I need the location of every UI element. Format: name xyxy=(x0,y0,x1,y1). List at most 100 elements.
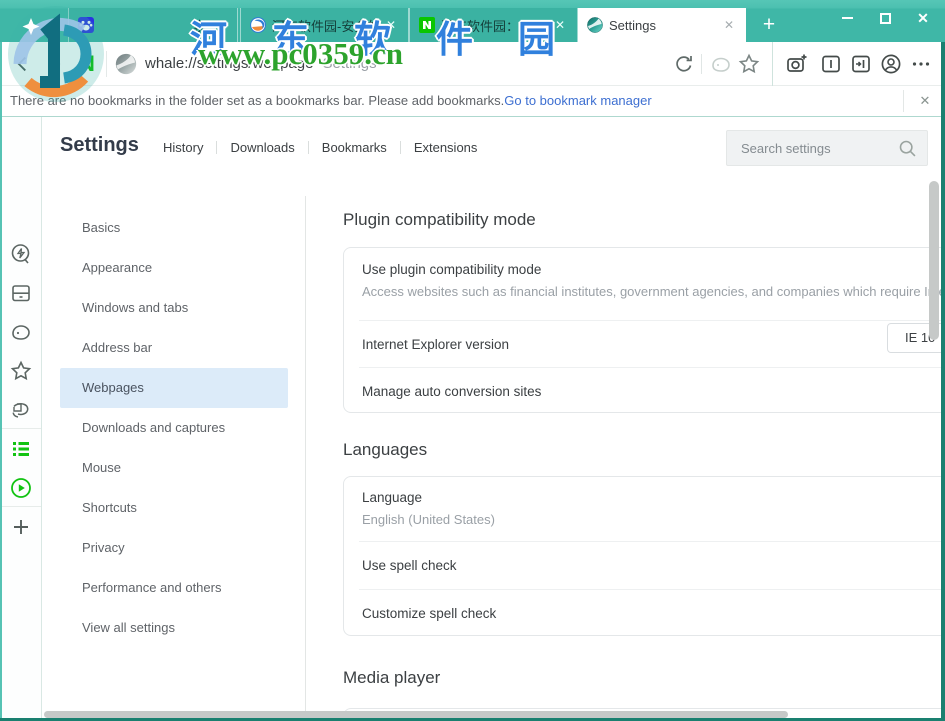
minimize-button[interactable] xyxy=(833,6,861,30)
whale-faded-icon[interactable] xyxy=(709,52,733,76)
whale-favicon-icon xyxy=(587,17,603,33)
maximize-icon xyxy=(879,12,891,24)
divider xyxy=(359,320,945,321)
tab-close-icon[interactable]: ✕ xyxy=(721,18,737,32)
maximize-button[interactable] xyxy=(871,6,899,30)
tab-hedong[interactable]: 河东软件园-安全的绿 ✕ xyxy=(240,8,409,42)
menu-item-windows-tabs[interactable]: Windows and tabs xyxy=(60,288,288,328)
nav-downloads[interactable]: Downloads xyxy=(217,140,307,155)
bookmark-manager-link[interactable]: Go to bookmark manager xyxy=(504,93,651,108)
search-icon[interactable] xyxy=(897,138,918,159)
new-tab-button[interactable]: + xyxy=(756,12,782,38)
row-use-spell-check[interactable]: Use spell check xyxy=(362,558,457,573)
section-heading-plugin: Plugin compatibility mode xyxy=(343,210,536,229)
divider xyxy=(106,51,107,77)
hedong-globe-favicon-icon xyxy=(250,17,266,33)
add-sidebar-app-icon[interactable] xyxy=(9,515,33,539)
section-heading-media: Media player xyxy=(343,668,441,687)
menu-item-privacy[interactable]: Privacy xyxy=(60,528,288,568)
back-icon[interactable] xyxy=(12,53,34,75)
row-use-plugin-mode[interactable]: Use plugin compatibility mode Access web… xyxy=(362,262,945,299)
settings-search xyxy=(726,130,928,166)
whale-bell-icon[interactable] xyxy=(9,320,33,344)
languages-card: Language English (United States) Use spe… xyxy=(343,476,945,636)
whale-sidebar xyxy=(0,117,42,718)
section-heading-languages: Languages xyxy=(343,440,428,459)
divider xyxy=(359,589,945,590)
tab-close-icon[interactable]: ✕ xyxy=(212,18,228,32)
naver-button[interactable]: N xyxy=(79,51,95,77)
menu-item-downloads-captures[interactable]: Downloads and captures xyxy=(60,408,288,448)
row-manage-auto-conversion[interactable]: Manage auto conversion sites xyxy=(362,384,541,399)
menu-item-address-bar[interactable]: Address bar xyxy=(60,328,288,368)
row-language[interactable]: Language English (United States) xyxy=(362,490,495,527)
url-page-hint: Settings xyxy=(322,55,377,72)
tab-naver[interactable]: 河东软件园：네이버｜ ✕ xyxy=(409,8,578,42)
tab-settings[interactable]: Settings ✕ xyxy=(578,8,746,42)
capture-icon[interactable] xyxy=(785,52,809,76)
window-border-left xyxy=(0,42,2,721)
naver-tv-play-icon[interactable] xyxy=(9,476,33,500)
menu-item-view-all[interactable]: View all settings xyxy=(60,608,288,648)
notification-message: There are no bookmarks in the folder set… xyxy=(10,93,505,108)
horizontal-scrollbar[interactable] xyxy=(44,711,788,718)
tab-baidu[interactable]: 索 ✕ xyxy=(68,8,238,42)
menu-item-performance[interactable]: Performance and others xyxy=(60,568,288,608)
naver-favicon-icon xyxy=(419,17,435,33)
row-ie-version: Internet Explorer version xyxy=(362,337,510,352)
menu-item-webpages[interactable]: Webpages xyxy=(60,368,288,408)
minimize-icon xyxy=(841,17,853,19)
menu-item-mouse[interactable]: Mouse xyxy=(60,448,288,488)
address-bar: N whale://settings/webpage Settings xyxy=(0,42,945,86)
row-customize-spell-check[interactable]: Customize spell check xyxy=(362,606,496,621)
notification-close-icon[interactable]: ✕ xyxy=(913,89,937,113)
keep-drawer-icon[interactable] xyxy=(9,281,33,305)
tab-title: 河东软件园：네이버｜ xyxy=(441,18,546,34)
url-value: whale://settings/webpage xyxy=(145,55,314,72)
tab-title: Settings xyxy=(609,17,656,33)
close-window-button[interactable]: ✕ xyxy=(909,6,937,30)
close-icon: ✕ xyxy=(917,9,929,26)
split-view-icon[interactable] xyxy=(849,52,873,76)
nav-extensions[interactable]: Extensions xyxy=(401,140,491,155)
url-text[interactable]: whale://settings/webpage Settings xyxy=(145,55,377,72)
page-title: Settings xyxy=(60,134,139,156)
search-settings-input[interactable] xyxy=(727,131,897,165)
nav-bookmarks[interactable]: Bookmarks xyxy=(309,140,400,155)
divider xyxy=(903,90,904,112)
whale-page-icon xyxy=(115,53,137,75)
settings-top-nav: History Downloads Bookmarks Extensions xyxy=(150,140,490,155)
menu-item-shortcuts[interactable]: Shortcuts xyxy=(60,488,288,528)
menu-item-basics[interactable]: Basics xyxy=(60,208,288,248)
menu-dots-icon[interactable] xyxy=(909,52,933,76)
naver-list-icon[interactable] xyxy=(9,437,33,461)
tab-close-icon[interactable]: ✕ xyxy=(383,18,399,32)
tab-close-icon[interactable]: ✕ xyxy=(552,18,568,32)
notification-text: There are no bookmarks in the folder set… xyxy=(10,93,652,108)
bookmarks-star-icon[interactable] xyxy=(9,359,33,383)
divider xyxy=(772,42,773,86)
titlebar: 索 ✕ 河东软件园-安全的绿 ✕ 河东软件园：네이버｜ ✕ xyxy=(0,0,945,42)
bookmark-star-icon[interactable] xyxy=(737,52,761,76)
divider xyxy=(359,367,945,368)
profile-icon[interactable] xyxy=(879,52,903,76)
divider xyxy=(701,54,702,74)
forward-icon[interactable] xyxy=(44,53,66,75)
divider xyxy=(0,506,41,507)
vertical-scrollbar[interactable] xyxy=(929,181,939,340)
menu-item-appearance[interactable]: Appearance xyxy=(60,248,288,288)
reload-icon[interactable] xyxy=(672,52,696,76)
plugin-card: Use plugin compatibility mode Access web… xyxy=(343,247,945,413)
tab-title: 河东软件园-安全的绿 xyxy=(272,18,377,34)
browser-window: 索 ✕ 河东软件园-安全的绿 ✕ 河东软件园：네이버｜ ✕ xyxy=(0,0,945,721)
divider xyxy=(305,196,306,718)
baidu-favicon-icon xyxy=(78,17,94,33)
quick-search-icon[interactable] xyxy=(9,242,33,266)
sidebar-panel-icon[interactable] xyxy=(819,52,843,76)
window-border-right xyxy=(941,42,945,721)
divider xyxy=(0,428,41,429)
bookmark-notification-bar: There are no bookmarks in the folder set… xyxy=(0,86,945,117)
scrapbook-icon[interactable] xyxy=(9,398,33,422)
tab-title: 索 xyxy=(192,18,206,34)
nav-history[interactable]: History xyxy=(150,140,216,155)
